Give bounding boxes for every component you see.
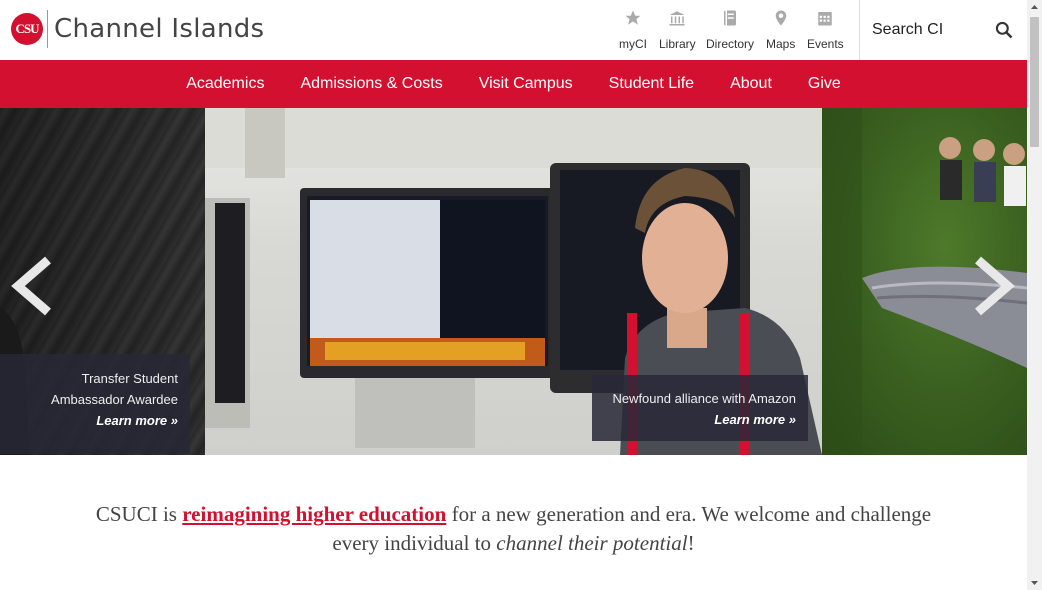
util-myci[interactable]: myCI [619, 8, 647, 51]
tagline-part1: CSUCI is [95, 502, 183, 526]
nav-give[interactable]: Give [790, 75, 859, 93]
search-icon [995, 21, 1013, 39]
util-maps-label: Maps [766, 37, 796, 51]
util-directory[interactable]: Directory [706, 8, 754, 51]
util-library-label: Library [659, 37, 696, 51]
tagline-part3: ! [687, 531, 695, 555]
tagline-italic: channel their potential [496, 531, 688, 555]
hero-carousel: Transfer Student Ambassador Awardee Lear… [0, 108, 1027, 455]
util-events-label: Events [807, 37, 844, 51]
site-name[interactable]: Channel Islands [54, 14, 264, 44]
nav-student-life[interactable]: Student Life [591, 75, 712, 93]
csu-logo[interactable]: CSU [11, 13, 43, 45]
caption-left-link[interactable]: Learn more » [8, 410, 178, 431]
nav-academics[interactable]: Academics [168, 75, 282, 93]
nav-about[interactable]: About [712, 75, 790, 93]
search-box [859, 0, 1027, 60]
scroll-up-arrow-icon[interactable] [1027, 0, 1042, 15]
util-maps[interactable]: Maps [766, 8, 795, 51]
chevron-right-icon [975, 256, 1015, 316]
util-directory-label: Directory [706, 37, 755, 51]
nav-admissions-costs[interactable]: Admissions & Costs [282, 75, 460, 93]
caption-center: Newfound alliance with Amazon Learn more… [592, 375, 808, 441]
library-icon [668, 8, 686, 28]
util-myci-label: myCI [619, 37, 647, 51]
nav-visit-campus[interactable]: Visit Campus [461, 75, 591, 93]
main-nav: Academics Admissions & Costs Visit Campu… [0, 60, 1027, 108]
scroll-thumb[interactable] [1030, 17, 1039, 147]
util-events[interactable]: Events [807, 8, 844, 51]
search-input[interactable] [872, 18, 982, 42]
search-button[interactable] [993, 20, 1015, 42]
tagline-link[interactable]: reimagining higher education [182, 502, 446, 526]
caption-left-text: Transfer Student Ambassador Awardee [51, 371, 178, 407]
calendar-icon [816, 8, 834, 28]
carousel-next-button[interactable] [970, 256, 1016, 316]
page-scrollbar[interactable] [1027, 0, 1042, 590]
tagline: CSUCI is reimagining higher education fo… [80, 500, 947, 558]
star-icon [624, 8, 642, 28]
scroll-down-arrow-icon[interactable] [1027, 575, 1042, 590]
site-header: CSU Channel Islands myCI Library Directo… [0, 0, 1027, 60]
map-pin-icon [772, 8, 790, 28]
caption-center-text: Newfound alliance with Amazon [612, 391, 796, 406]
carousel-prev-button[interactable] [10, 256, 56, 316]
directory-icon [721, 8, 739, 28]
logo-divider [47, 10, 48, 48]
caption-center-link[interactable]: Learn more » [602, 409, 796, 430]
chevron-left-icon [11, 256, 51, 316]
util-library[interactable]: Library [659, 8, 696, 51]
caption-left: Transfer Student Ambassador Awardee Lear… [0, 354, 190, 454]
